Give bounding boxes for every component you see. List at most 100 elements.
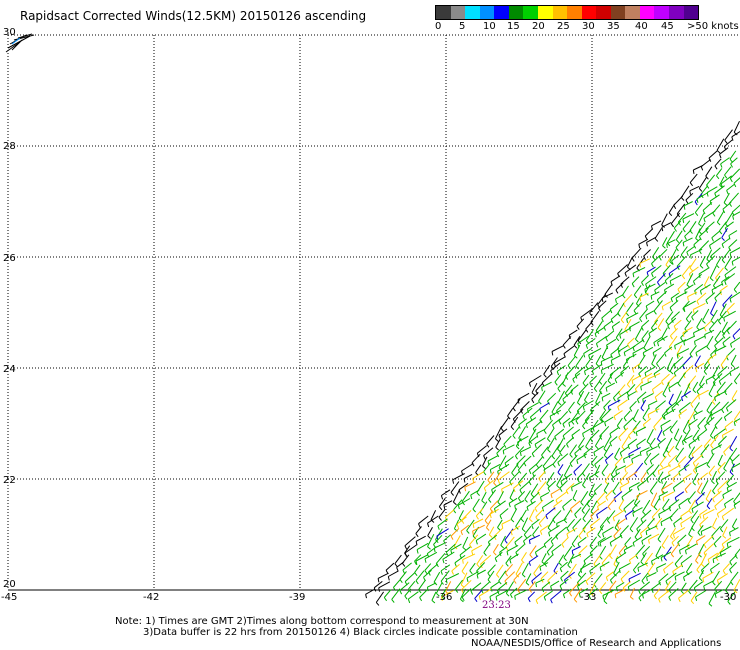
wind-barb: [592, 427, 595, 432]
wind-barb: [652, 352, 655, 357]
wind-barb: [640, 561, 644, 566]
wind-vector: [571, 546, 581, 552]
wind-barb: [620, 319, 625, 324]
wind-vector: [633, 285, 642, 296]
wind-vector: [724, 420, 734, 428]
note-line-1: Note: 1) Times are GMT 2)Times along bot…: [115, 616, 529, 627]
wind-vector: [583, 347, 593, 355]
wind-vector: [655, 546, 662, 557]
wind-barb: [721, 281, 724, 286]
wind-barb: [433, 548, 436, 553]
wind-vector: [576, 318, 585, 327]
wind-barb: [731, 261, 734, 266]
wind-barb: [526, 506, 529, 511]
wind-vector: [675, 291, 688, 299]
wind-barb: [633, 294, 638, 299]
wind-vector: [689, 185, 700, 192]
wind-vector: [481, 491, 487, 501]
wind-vector: [537, 481, 547, 493]
wind-vector: [700, 526, 712, 532]
wind-barb: [724, 267, 728, 271]
wind-vector: [620, 570, 630, 580]
wind-barb: [696, 569, 700, 574]
wind-vector: [601, 363, 614, 371]
wind-barb: [725, 407, 729, 412]
wind-vector: [616, 582, 625, 588]
wind-barb: [615, 289, 619, 294]
wind-vector: [702, 202, 713, 211]
wind-vector: [471, 544, 483, 552]
wind-vector: [450, 481, 460, 493]
wind-vector: [693, 327, 705, 334]
wind-barb: [612, 397, 616, 402]
wind-barb: [651, 363, 656, 367]
wind-vector: [595, 391, 602, 404]
wind-barb: [670, 553, 675, 558]
wind-vector: [610, 312, 620, 320]
wind-barb: [640, 386, 642, 391]
pass-time-label: 23:23: [482, 600, 511, 611]
wind-vector: [698, 240, 710, 251]
wind-vector: [584, 409, 595, 421]
wind-vector: [720, 355, 729, 366]
wind-vector: [714, 417, 723, 426]
wind-barb: [605, 496, 609, 501]
wind-vector: [667, 375, 676, 384]
wind-vector: [545, 507, 556, 516]
wind-barb: [523, 534, 528, 539]
wind-vector: [688, 579, 698, 592]
wind-barb: [656, 567, 658, 573]
wind-vector: [543, 419, 553, 431]
wind-barb: [643, 347, 648, 352]
wind-barb: [697, 425, 701, 430]
wind-vector: [729, 150, 737, 160]
wind-barb: [642, 511, 646, 516]
wind-vector: [559, 444, 566, 453]
wind-barb: [665, 321, 669, 325]
wind-barb: [462, 559, 464, 564]
wind-vector: [498, 570, 507, 582]
wind-barb: [589, 526, 593, 531]
wind-barb: [571, 543, 576, 548]
wind-barb: [551, 455, 556, 460]
wind-vector: [712, 517, 718, 527]
wind-barb: [563, 519, 568, 524]
wind-vector: [606, 338, 617, 346]
wind-vector: [484, 510, 494, 521]
wind-vector: [699, 255, 706, 266]
wind-barb: [726, 190, 729, 195]
wind-vector: [590, 401, 601, 411]
wind-vector: [713, 428, 726, 438]
wind-barb: [568, 409, 572, 414]
wind-vector: [461, 490, 470, 503]
wind-barb: [605, 337, 608, 342]
wind-barb: [651, 560, 653, 566]
wind-barb: [623, 458, 625, 463]
wind-vector: [571, 428, 581, 436]
wind-vector: [415, 570, 425, 582]
wind-barb: [691, 508, 694, 513]
wind-barb: [682, 218, 685, 224]
wind-barb: [674, 576, 677, 581]
wind-vector: [620, 311, 628, 321]
wind-vector: [383, 589, 392, 598]
wind-vector: [673, 517, 682, 524]
wind-barb: [609, 542, 612, 547]
wind-vector: [617, 302, 625, 314]
wind-barb: [528, 442, 531, 447]
wind-vector: [716, 168, 723, 177]
wind-vector: [733, 492, 740, 502]
wind-barb: [700, 166, 704, 171]
wind-vector: [626, 256, 633, 268]
wind-vector: [558, 554, 565, 563]
wind-barb: [404, 552, 407, 557]
wind-vector: [657, 272, 666, 283]
wind-vector: [635, 293, 643, 304]
wind-vector: [629, 587, 635, 598]
wind-vector: [629, 554, 638, 561]
wind-barb: [476, 492, 480, 496]
wind-barb: [644, 289, 647, 294]
wind-barb: [483, 471, 487, 476]
wind-vector: [705, 489, 712, 500]
wind-barb: [668, 388, 671, 393]
